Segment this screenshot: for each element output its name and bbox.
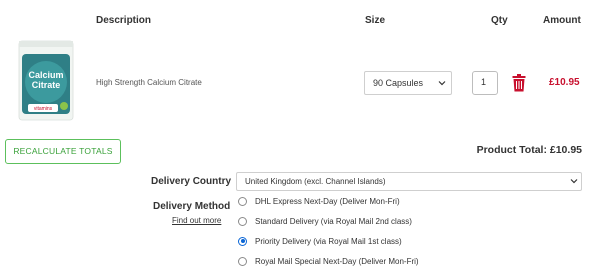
delivery-option[interactable]: Royal Mail Special Next-Day (Deliver Mon… xyxy=(238,254,419,268)
radio-button[interactable] xyxy=(238,256,247,266)
product-total: Product Total: £10.95 xyxy=(476,144,582,156)
delivery-option[interactable]: Standard Delivery (via Royal Mail 2nd cl… xyxy=(238,214,412,228)
line-amount: £10.95 xyxy=(549,77,580,88)
header-size: Size xyxy=(365,15,386,26)
trash-icon[interactable] xyxy=(512,74,526,92)
delivery-option-label: Royal Mail Special Next-Day (Deliver Mon… xyxy=(255,256,419,266)
delivery-country-select[interactable]: United Kingdom (excl. Channel Islands) xyxy=(236,172,582,191)
header-qty: Qty xyxy=(491,15,508,26)
header-amount: Amount xyxy=(543,15,581,26)
find-out-more-link[interactable]: Find out more xyxy=(172,216,221,225)
header-description: Description xyxy=(96,15,152,26)
radio-button[interactable] xyxy=(238,196,247,206)
chevron-down-icon xyxy=(438,81,446,86)
size-select[interactable]: 90 Capsules xyxy=(364,71,452,95)
image-brand: vitamins xyxy=(34,106,53,112)
delivery-option[interactable]: DHL Express Next-Day (Deliver Mon-Fri) xyxy=(238,194,400,208)
size-value: 90 Capsules xyxy=(373,78,424,88)
delivery-option-label: Standard Delivery (via Royal Mail 2nd cl… xyxy=(255,216,412,226)
chevron-down-icon xyxy=(570,179,578,184)
product-name: High Strength Calcium Citrate xyxy=(96,78,202,87)
image-text-line1: Calcium xyxy=(28,70,63,80)
delivery-option[interactable]: Priority Delivery (via Royal Mail 1st cl… xyxy=(238,234,402,248)
radio-button[interactable] xyxy=(238,216,247,226)
quantity-input[interactable]: 1 xyxy=(472,71,498,95)
recalculate-totals-button[interactable]: RECALCULATE TOTALS xyxy=(5,139,121,164)
delivery-option-label: DHL Express Next-Day (Deliver Mon-Fri) xyxy=(255,196,400,206)
product-image: Calcium Citrate vitamins xyxy=(18,40,74,121)
delivery-method-label: Delivery Method xyxy=(153,201,231,212)
delivery-country-value: United Kingdom (excl. Channel Islands) xyxy=(245,177,386,186)
delivery-country-label: Delivery Country xyxy=(151,176,232,187)
delivery-option-label: Priority Delivery (via Royal Mail 1st cl… xyxy=(255,236,402,246)
radio-button-selected[interactable] xyxy=(238,236,247,246)
image-text-line2: Citrate xyxy=(32,80,61,90)
